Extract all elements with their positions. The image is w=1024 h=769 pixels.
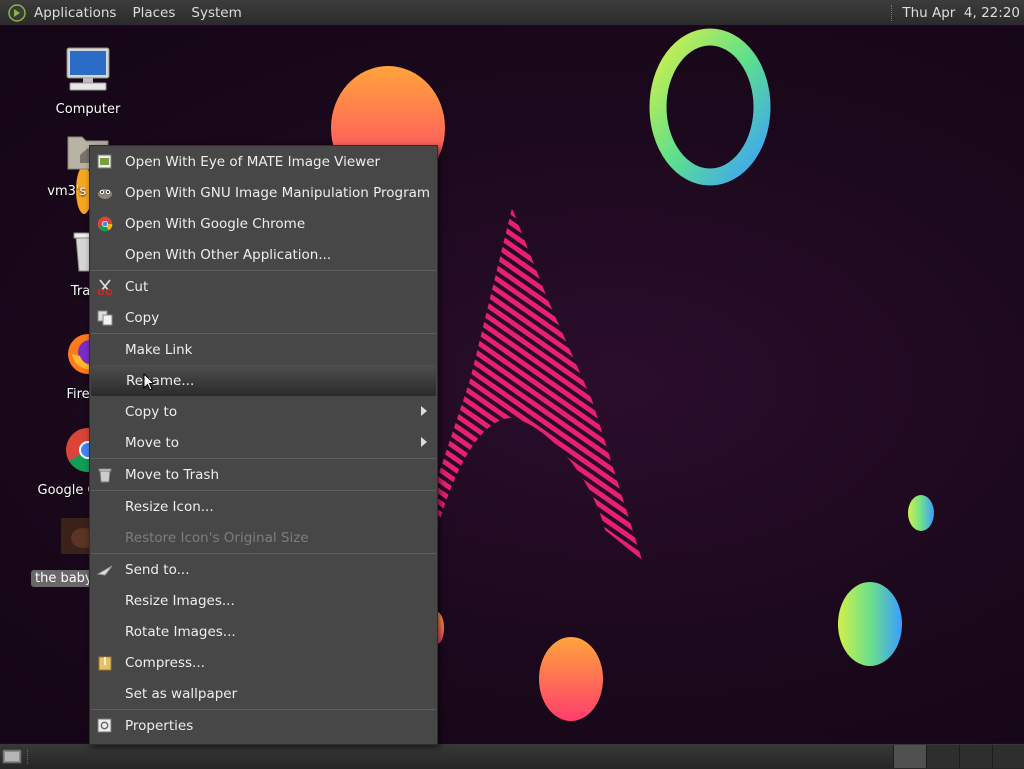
workspace-4[interactable]: [992, 745, 1024, 768]
small-green-bubble: [908, 495, 934, 531]
system-menu[interactable]: System: [183, 5, 249, 21]
mate-logo-icon[interactable]: [8, 3, 26, 22]
menu-item-label: Copy to: [125, 403, 178, 420]
computer-icon: [66, 47, 110, 91]
properties-icon: [96, 717, 113, 734]
menu-item-cut[interactable]: Cut: [90, 271, 437, 302]
panel-separator: [891, 4, 894, 21]
gimp-icon: [96, 184, 113, 201]
striped-arch-shape: [420, 208, 642, 560]
menu-item-send-to[interactable]: Send to...: [90, 554, 437, 585]
menu-item-open-with-gimp[interactable]: Open With GNU Image Manipulation Program: [90, 177, 437, 208]
desktop-icon-label: the baby: [31, 570, 97, 587]
menu-item-label: Open With GNU Image Manipulation Program: [125, 184, 431, 201]
trash-icon: [96, 466, 113, 483]
show-desktop-icon[interactable]: [2, 748, 22, 765]
chrome-icon: [96, 215, 113, 232]
menu-item-set-as-wallpaper[interactable]: Set as wallpaper: [90, 678, 437, 709]
menu-item-copy-to[interactable]: Copy to: [90, 396, 437, 427]
menu-item-move-to-trash[interactable]: Move to Trash: [90, 459, 437, 490]
workspace-2[interactable]: [926, 745, 959, 768]
menu-item-label: Make Link: [125, 341, 193, 358]
menu-item-compress[interactable]: Compress...: [90, 647, 437, 678]
menu-item-label: Send to...: [125, 561, 190, 578]
menu-item-label: Open With Other Application...: [125, 246, 332, 263]
menu-item-properties[interactable]: Properties: [90, 710, 437, 741]
top-panel: Applications Places System Thu Apr 4, 22…: [0, 0, 1024, 26]
menu-item-label: Set as wallpaper: [125, 685, 238, 702]
workspace-3[interactable]: [959, 745, 992, 768]
clock[interactable]: Thu Apr 4, 22:20: [902, 5, 1020, 21]
menu-item-label: Properties: [125, 717, 194, 734]
scissors-icon: [96, 278, 113, 295]
menu-item-label: Copy: [125, 309, 160, 326]
menu-item-label: Cut: [125, 278, 149, 295]
copy-icon: [96, 309, 113, 326]
menu-item-label: Move to Trash: [125, 466, 220, 483]
menu-item-label: Restore Icon's Original Size: [125, 529, 309, 546]
menu-item-label: Resize Images...: [125, 592, 235, 609]
menu-item-restore-icon-size: Restore Icon's Original Size: [90, 522, 437, 553]
menu-item-label: Open With Google Chrome: [125, 215, 306, 232]
applications-menu[interactable]: Applications: [34, 5, 124, 21]
workspace-1[interactable]: [893, 745, 926, 768]
context-menu: Open With Eye of MATE Image Viewer Open …: [89, 145, 438, 745]
green-blue-bubble: [838, 582, 902, 666]
mouse-cursor-icon: [143, 373, 155, 391]
send-icon: [96, 561, 113, 578]
submenu-arrow-icon: [421, 437, 427, 447]
bottom-panel: [0, 743, 1024, 769]
menu-item-open-with-chrome[interactable]: Open With Google Chrome: [90, 208, 437, 239]
archive-icon: [96, 654, 113, 671]
gradient-ring: [649, 28, 771, 186]
menu-item-open-with-eom[interactable]: Open With Eye of MATE Image Viewer: [90, 146, 437, 177]
eom-icon: [96, 153, 113, 170]
submenu-arrow-icon: [421, 406, 427, 416]
menu-item-label: Rename...: [126, 372, 195, 389]
menu-item-label: Move to: [125, 434, 180, 451]
menu-item-resize-images[interactable]: Resize Images...: [90, 585, 437, 616]
bottom-orange-bubble: [539, 637, 603, 721]
desktop-icon-label: Computer: [55, 102, 121, 117]
menu-item-rotate-images[interactable]: Rotate Images...: [90, 616, 437, 647]
menu-item-label: Compress...: [125, 654, 205, 671]
places-menu[interactable]: Places: [124, 5, 183, 21]
menu-item-copy[interactable]: Copy: [90, 302, 437, 333]
menu-item-label: Open With Eye of MATE Image Viewer: [125, 153, 381, 170]
menu-item-make-link[interactable]: Make Link: [90, 334, 437, 365]
menu-item-move-to[interactable]: Move to: [90, 427, 437, 458]
menu-item-open-with-other[interactable]: Open With Other Application...: [90, 239, 437, 270]
menu-item-label: Rotate Images...: [125, 623, 236, 640]
menu-item-resize-icon[interactable]: Resize Icon...: [90, 491, 437, 522]
panel-handle[interactable]: [27, 749, 34, 764]
menu-item-label: Resize Icon...: [125, 498, 214, 515]
desktop-icon-computer[interactable]: Computer: [33, 45, 143, 118]
